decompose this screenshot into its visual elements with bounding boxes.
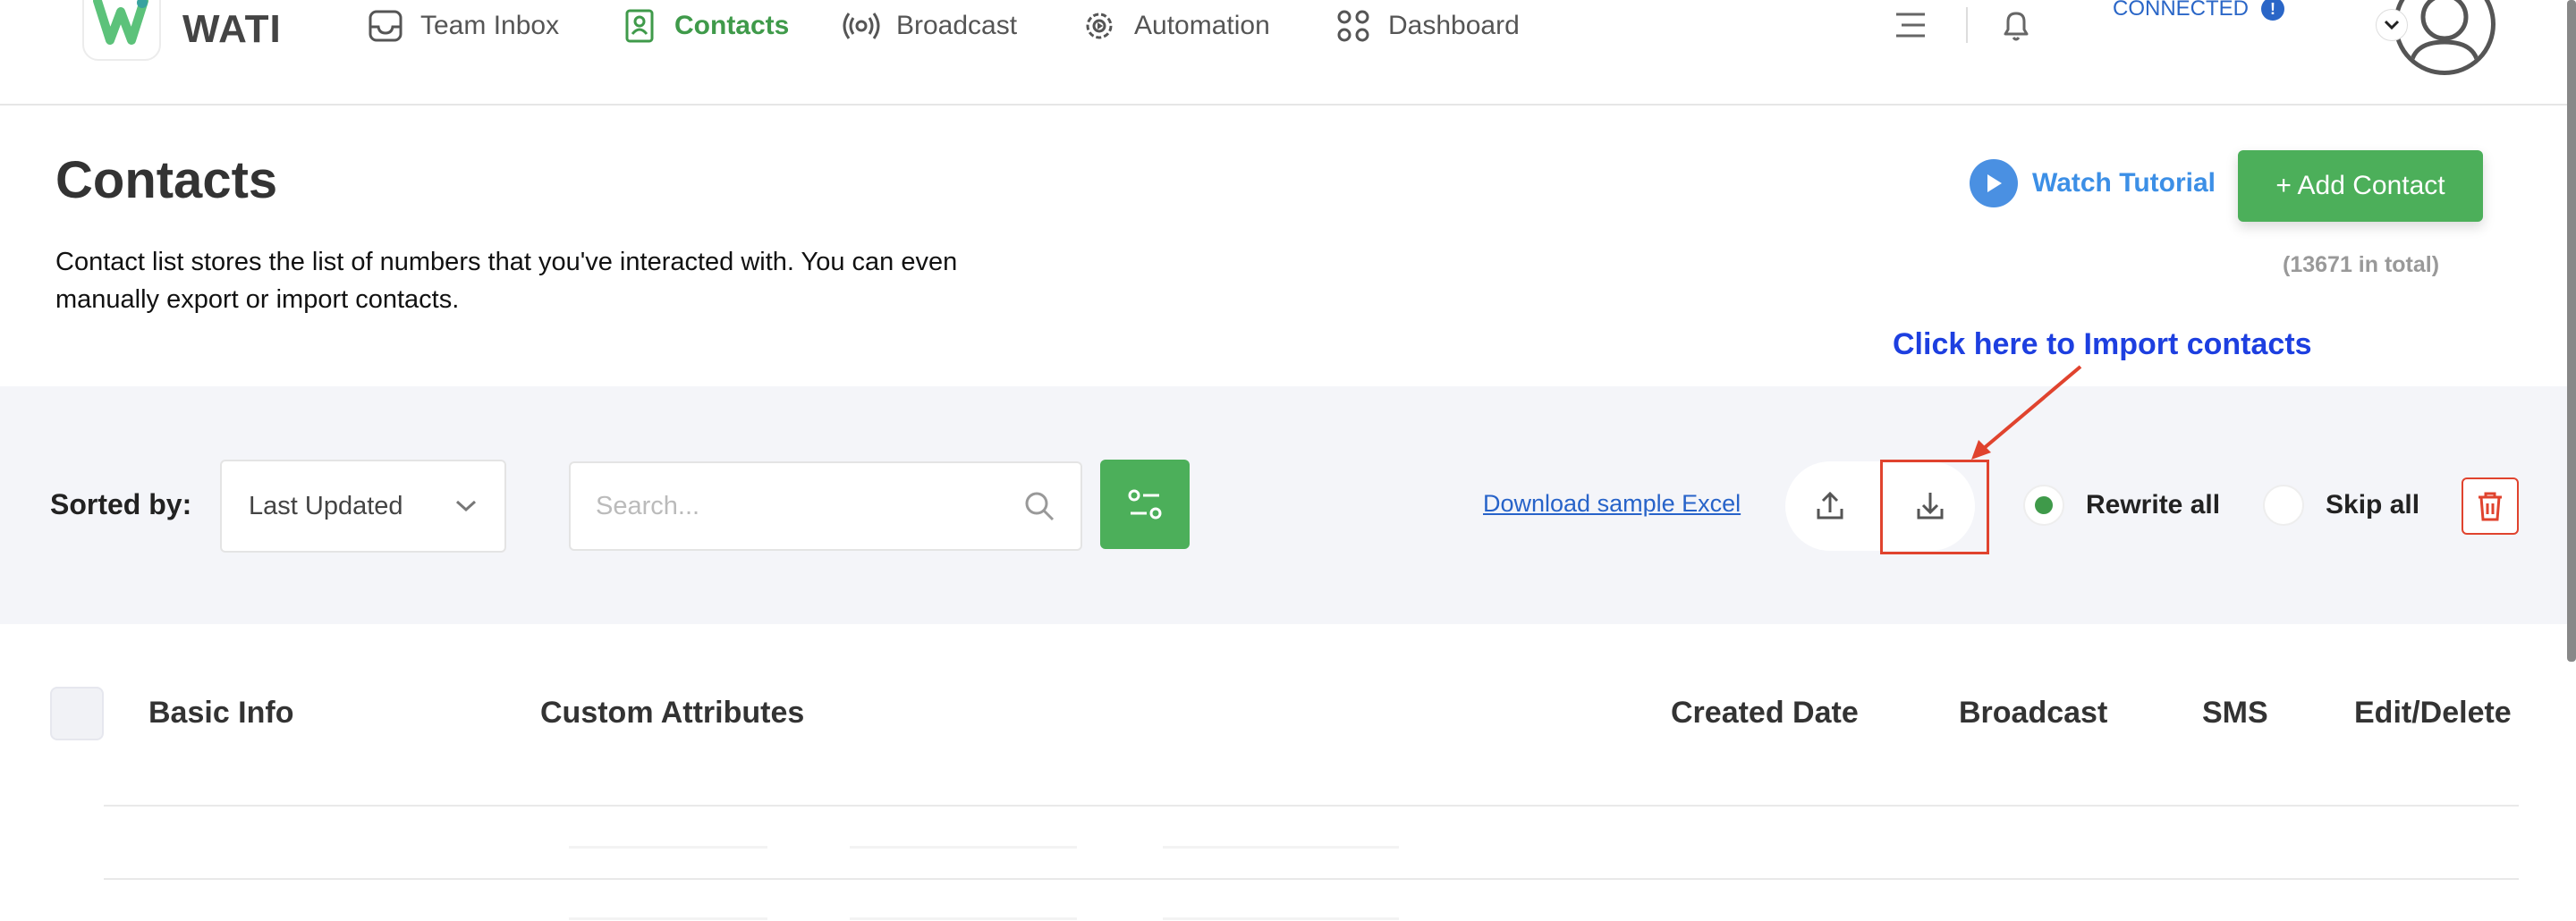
contacts-book-icon [625, 9, 654, 43]
nav-contacts[interactable]: Contacts [621, 7, 789, 45]
app-name: WATI [182, 7, 282, 51]
nav-divider [1966, 7, 1968, 43]
avatar[interactable] [2394, 0, 2496, 75]
nav-automation[interactable]: Automation [1080, 7, 1270, 45]
column-header-custom-attributes[interactable]: Custom Attributes [540, 696, 804, 731]
loading-placeholder [569, 917, 767, 920]
nav-label: Broadcast [896, 11, 1018, 40]
user-icon [2408, 0, 2481, 71]
table-divider [104, 805, 2519, 807]
play-icon [1970, 159, 2018, 207]
contacts-page: WATI Team Inbox Contacts Broadcast Autom… [0, 0, 2576, 921]
chevron-down-icon [455, 500, 477, 512]
contacts-total: (13671 in total) [2283, 252, 2440, 277]
broadcast-icon [843, 13, 880, 39]
page-description: Contact list stores the list of numbers … [55, 248, 958, 314]
nav-dashboard[interactable]: Dashboard [1335, 7, 1520, 45]
import-highlight-box [1880, 460, 1989, 554]
nav-label: Automation [1134, 11, 1270, 40]
download-sample-link[interactable]: Download sample Excel [1483, 490, 1741, 518]
gear-icon [1086, 13, 1113, 39]
chevron-down-icon[interactable] [2376, 9, 2408, 41]
status-text: CONNECTED [2113, 0, 2250, 21]
wati-logo[interactable] [82, 0, 161, 61]
add-contact-button[interactable]: + Add Contact [2238, 150, 2483, 222]
column-header-created-date[interactable]: Created Date [1671, 696, 1859, 731]
export-button[interactable] [1785, 461, 1875, 551]
top-nav: WATI Team Inbox Contacts Broadcast Autom… [0, 0, 2576, 106]
annotation-label: Click here to Import contacts [1893, 327, 2312, 361]
menu-lines-icon[interactable] [1891, 5, 1930, 45]
skip-all-label: Skip all [2326, 490, 2420, 520]
annotation-arrow [1971, 365, 2082, 460]
nav-label: Team Inbox [420, 11, 560, 40]
filter-icon [1128, 489, 1162, 520]
loading-placeholder [1163, 846, 1399, 849]
sort-select[interactable]: Last Updated [220, 460, 506, 553]
inbox-icon [369, 10, 402, 42]
loading-placeholder [569, 846, 767, 849]
sorted-by-label: Sorted by: [50, 488, 192, 520]
upload-icon [1817, 491, 1843, 520]
nav-label: Contacts [674, 11, 790, 40]
column-header-broadcast[interactable]: Broadcast [1959, 696, 2107, 731]
column-header-basic-info[interactable]: Basic Info [148, 696, 293, 731]
wati-logo-icon [93, 0, 148, 45]
bell-icon[interactable] [1996, 5, 2036, 45]
loading-placeholder [850, 917, 1077, 920]
search-icon[interactable] [1023, 490, 1055, 522]
rewrite-all-label: Rewrite all [2086, 490, 2221, 520]
select-all-checkbox[interactable] [50, 687, 104, 740]
page-title: Contacts [55, 151, 278, 209]
nav-label: Dashboard [1388, 11, 1520, 40]
search-box [569, 461, 1082, 551]
sort-value: Last Updated [249, 491, 403, 520]
watch-tutorial-button[interactable]: Watch Tutorial [1970, 159, 2216, 207]
page-scrollbar[interactable] [2567, 0, 2576, 662]
info-icon: ! [2261, 0, 2285, 21]
delete-button[interactable] [2462, 477, 2519, 535]
search-input[interactable] [596, 491, 989, 521]
column-header-sms[interactable]: SMS [2202, 696, 2268, 731]
filter-button[interactable] [1100, 460, 1190, 549]
connection-status[interactable]: CONNECTED ! [2113, 0, 2285, 21]
watch-tutorial-label: Watch Tutorial [2032, 168, 2216, 198]
skip-all-option[interactable]: Skip all [2263, 485, 2419, 526]
rewrite-all-option[interactable]: Rewrite all [2023, 485, 2220, 526]
loading-placeholder [1163, 917, 1399, 920]
trash-icon [2479, 492, 2502, 521]
column-header-edit-delete[interactable]: Edit/Delete [2354, 696, 2512, 731]
table-divider [104, 878, 2519, 880]
grid-icon [1337, 10, 1369, 42]
radio-unselected [2263, 485, 2304, 526]
nav-broadcast[interactable]: Broadcast [843, 7, 1017, 45]
loading-placeholder [850, 846, 1077, 849]
nav-team-inbox[interactable]: Team Inbox [367, 7, 559, 45]
radio-selected [2023, 485, 2064, 526]
